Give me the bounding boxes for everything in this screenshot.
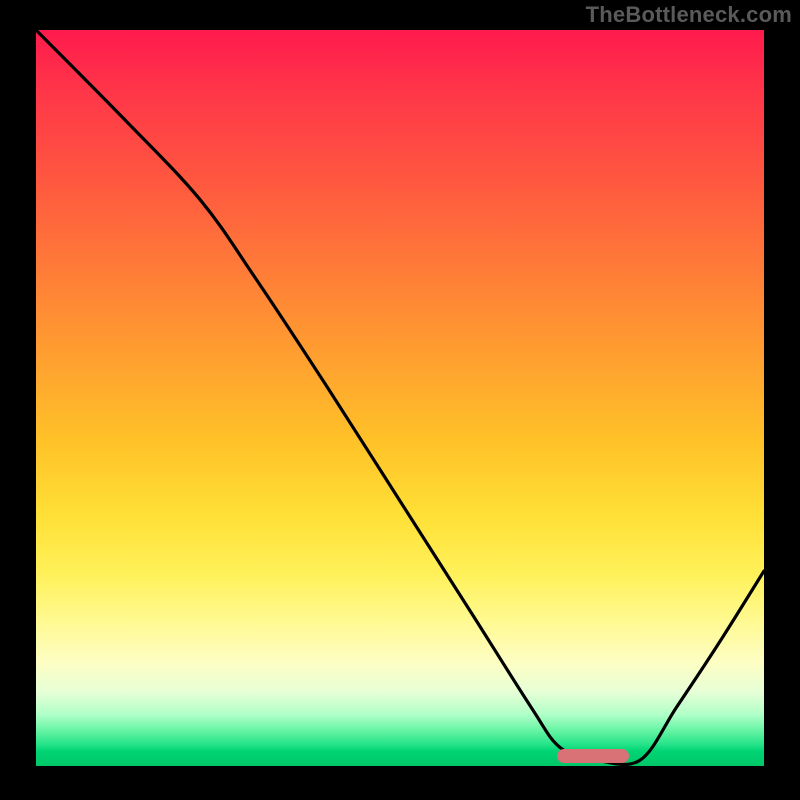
- chart-stage: TheBottleneck.com: [0, 0, 800, 800]
- bottom-marker: [557, 749, 630, 763]
- plot-area: [36, 30, 764, 766]
- curve-path: [36, 30, 764, 765]
- curve-svg: [36, 30, 764, 766]
- watermark-text: TheBottleneck.com: [586, 2, 792, 28]
